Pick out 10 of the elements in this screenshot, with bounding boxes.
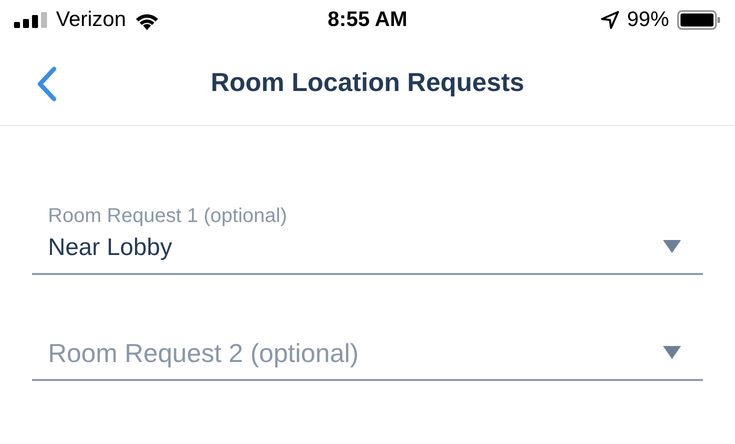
location-icon: [600, 11, 619, 29]
battery-percent: 99%: [626, 8, 669, 32]
battery-icon: [677, 10, 721, 30]
dropdown-caret-icon: [663, 346, 681, 359]
dropdown-caret-icon: [663, 240, 681, 253]
carrier-name: Verizon: [56, 8, 126, 32]
dropdown-field[interactable]: Room Request 1 (optional) Near Lobby: [32, 204, 703, 275]
signal-icon: [14, 12, 48, 28]
page-title: Room Location Requests: [210, 67, 524, 98]
clock-time: 8:55 AM: [328, 8, 408, 32]
